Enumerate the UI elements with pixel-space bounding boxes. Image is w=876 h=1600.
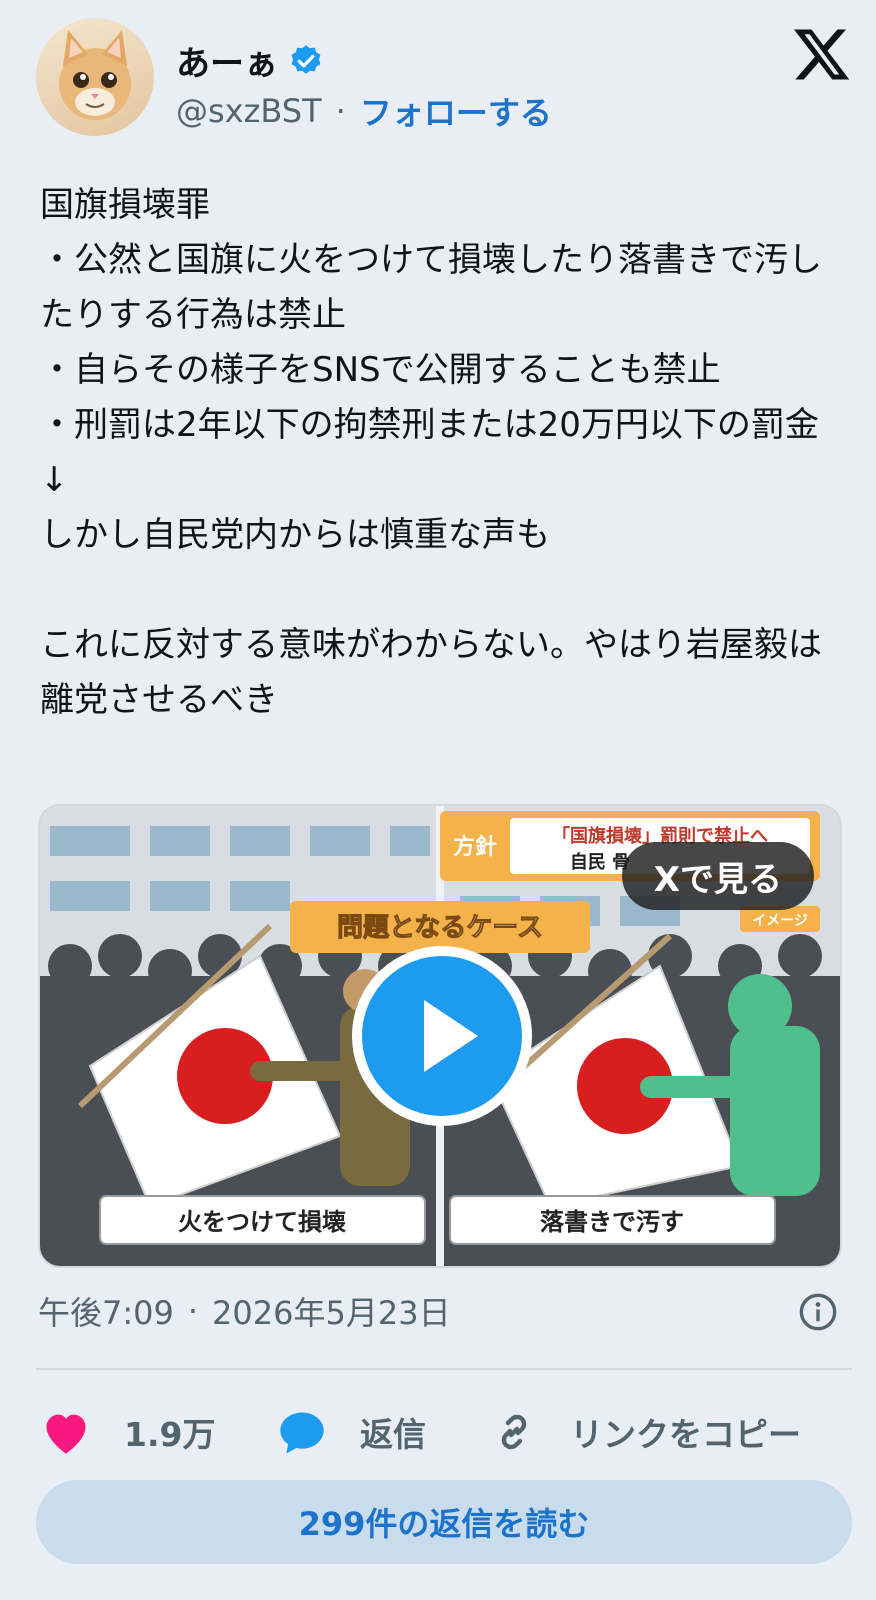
image-tag-text: イメージ <box>752 913 808 929</box>
meta-separator: · <box>187 1292 199 1330</box>
info-icon[interactable] <box>798 1292 838 1332</box>
verified-badge-icon <box>291 44 321 74</box>
reply-button[interactable]: 返信 <box>276 1400 426 1464</box>
reply-bubble-icon <box>280 1412 324 1454</box>
policy-tag-text: 方針 <box>453 834 497 860</box>
action-bar: 1.9万 返信 リンクをコピー <box>40 1400 840 1464</box>
follow-button[interactable]: フォローする <box>360 88 552 134</box>
copy-link-label: リンクをコピー <box>570 1415 801 1454</box>
copy-link-button[interactable]: リンクをコピー <box>490 1400 801 1464</box>
cat-avatar-image <box>59 30 131 120</box>
play-button[interactable] <box>352 946 532 1126</box>
user-handle[interactable]: @sxzBST <box>176 92 322 130</box>
separator-dot: · <box>335 92 346 130</box>
tweet-meta: 午後7:09 · 2026年5月23日 <box>38 1288 451 1334</box>
read-replies-button[interactable]: 299件の返信を読む <box>36 1480 852 1564</box>
watch-on-x-button[interactable]: Xで見る <box>621 842 814 910</box>
x-logo-icon[interactable] <box>792 24 852 84</box>
tweet-date[interactable]: 2026年5月23日 <box>212 1288 451 1334</box>
tweet-time[interactable]: 午後7:09 <box>38 1288 174 1334</box>
sub-headline-text: 自民 骨 <box>570 851 630 873</box>
video-player[interactable]: 問題となるケース 方針 「国旗損壊」罰則で禁止へ 自民 骨 イメージ 火をつけて… <box>38 804 842 1268</box>
display-name[interactable]: あーぁ <box>176 36 278 85</box>
right-caption-text: 落書きで汚す <box>540 1208 684 1236</box>
reply-label: 返信 <box>360 1415 426 1454</box>
tweet-header: あーぁ @sxzBST · フォローする <box>36 18 852 138</box>
divider <box>36 1368 852 1370</box>
left-caption-text: 火をつけて損壊 <box>178 1208 346 1236</box>
like-count: 1.9万 <box>124 1415 216 1454</box>
tweet-text: 国旗損壊罪 ・公然と国旗に火をつけて損壊したり落書きで汚したりする行為は禁止 ・… <box>40 185 822 720</box>
link-icon <box>501 1414 527 1450</box>
like-button[interactable]: 1.9万 <box>40 1400 215 1464</box>
heart-icon <box>46 1414 86 1454</box>
avatar[interactable] <box>36 18 154 136</box>
case-banner-text: 問題となるケース <box>337 913 543 943</box>
play-icon <box>424 1000 478 1072</box>
